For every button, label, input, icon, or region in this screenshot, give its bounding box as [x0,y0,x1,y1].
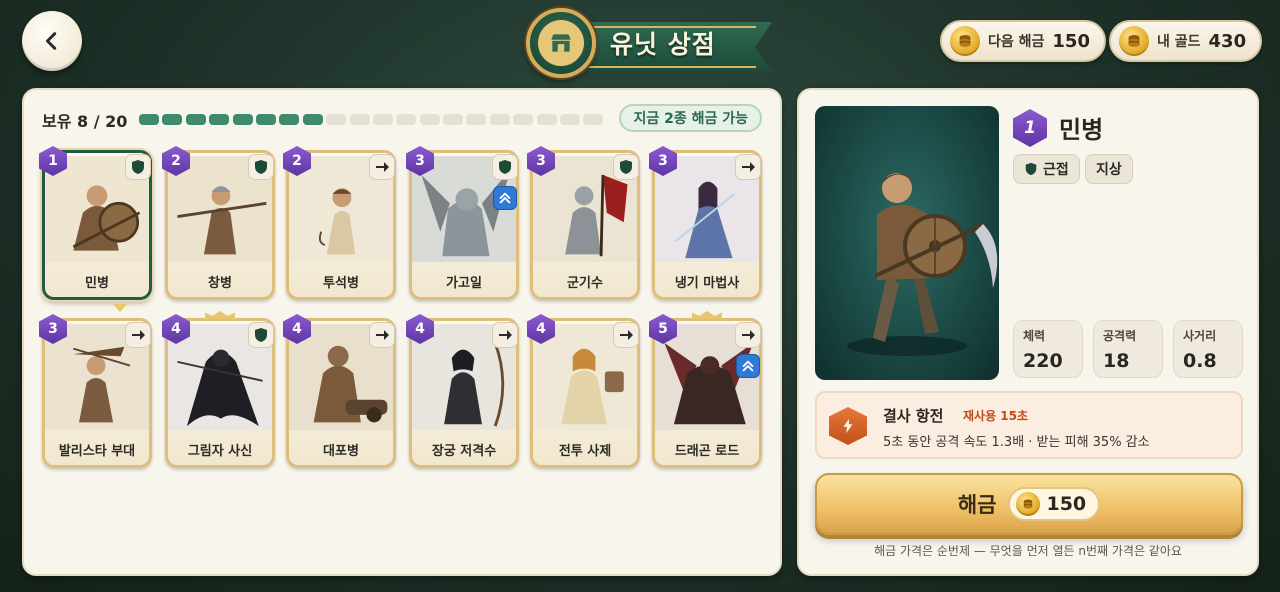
progress-segment-filled [232,114,253,125]
skill-title: 결사 항전 [883,407,944,425]
title-banner: 유닛 상점 [526,8,776,78]
arrow-right-icon [735,322,761,348]
unit-card-name: 전투 사제 [558,444,612,459]
progress-segment-filled [185,114,206,125]
unlock-available-badge: 지금 2종 해금 가능 [619,104,762,132]
progress-segment-empty [489,114,510,125]
shield-icon [248,322,274,348]
militia-portrait-art [847,173,998,356]
progress-segment-filled [139,114,159,125]
my-gold-label: 내 골드 [1157,34,1201,50]
next-unlock-value: 150 [1052,30,1090,52]
stat-hp: 체력 220 [1013,320,1083,378]
shield-icon [248,154,274,180]
lightning-icon [829,407,867,445]
unit-card-name: 드래곤 로드 [674,444,740,459]
progress-segment-filled [302,114,323,125]
arrow-right-icon [492,322,518,348]
stat-attack: 공격력 18 [1093,320,1163,378]
progress-segment-empty [536,114,557,125]
stat-value: 0.8 [1183,350,1217,372]
unlock-price-value: 150 [1046,493,1087,515]
progress-segment-empty [466,114,487,125]
stat-range: 사거리 0.8 [1173,320,1243,378]
unit-card-name: 민병 [85,276,109,291]
unit-card-name: 냉기 마법사 [674,276,740,291]
unit-name: 민병 [1059,116,1104,144]
unlock-button-label: 해금 [957,493,997,517]
shop-icon [551,34,571,52]
chevron-left-icon [45,32,57,50]
unlock-button[interactable]: 해금 150 [815,473,1243,535]
progress-segment-empty [349,114,370,125]
chevron-up-double-icon [493,186,517,210]
stat-value: 220 [1023,350,1063,372]
my-gold-value: 430 [1208,30,1247,52]
next-unlock-cost: 다음 해금 150 [940,20,1106,62]
progress-segment-filled [162,114,183,125]
stat-label: 공격력 [1103,329,1137,343]
unlock-price: 150 [1008,487,1101,521]
progress-segment-filled [255,114,276,125]
unit-roster-panel: 보유 8 / 20 지금 2종 해금 가능 민병 1 창병 2 투석병 2 가고일 3 군기수 3… [22,88,782,576]
stat-value: 18 [1103,350,1130,372]
crown-ornament [692,311,722,319]
shield-icon [492,154,518,180]
unit-card-name: 대포병 [323,444,359,459]
unit-card-name: 군기수 [567,276,603,291]
arrow-right-icon [613,322,639,348]
shield-icon [1025,162,1037,176]
skill-description: 5초 동안 공격 속도 1.3배 · 받는 피해 35% 감소 [883,435,1150,450]
chip-label: 지상 [1096,162,1122,178]
melee-chip: 근접 [1013,154,1080,184]
progress-segment-empty [396,114,417,125]
unit-card-name: 창병 [208,276,232,291]
skill-card: 결사 항전 재사용 15초 5초 동안 공격 속도 1.3배 · 받는 피해 3… [815,391,1243,459]
stat-label: 체력 [1023,329,1046,343]
unit-card-name: 투석병 [323,276,359,291]
chip-label: 근접 [1043,162,1069,178]
coin-icon [1016,492,1041,516]
progress-segment-empty [372,114,393,125]
progress-segment-filled [279,114,300,125]
progress-segment-empty [560,114,581,125]
price-footnote: 해금 가격은 순번제 — 무엇을 먼저 열든 n번째 가격은 같아요 [874,544,1182,558]
skill-cooldown: 재사용 15초 [963,409,1029,423]
unit-card-name: 장궁 저격수 [431,444,497,459]
unit-portrait [815,106,999,380]
progress-segment-empty [419,114,440,125]
arrow-right-icon [125,322,151,348]
arrow-right-icon [369,322,395,348]
progress-segment-empty [326,114,347,125]
unit-tier-badge: 1 [1013,109,1047,147]
shop-emblem [526,8,596,78]
owned-count: 보유 8 / 20 [42,112,128,131]
coin-icon [950,26,980,56]
progress-segment-empty [513,114,534,125]
shield-icon [125,154,151,180]
unit-card-name: 가고일 [446,276,482,291]
coin-icon [1119,26,1149,56]
progress-segment-filled [209,114,230,125]
shield-icon [613,154,639,180]
arrow-right-icon [369,154,395,180]
selection-pointer [113,304,127,312]
unit-card-name: 발리스타 부대 [58,444,136,459]
my-gold: 내 골드 430 [1109,20,1263,62]
unit-detail-panel: 1 민병 근접 지상 체력 220 공격력 18 사거리 0.8 결사 항전 재… [797,88,1259,576]
owned-progress-bar [139,114,604,125]
arrow-right-icon [735,154,761,180]
crown-ornament [205,311,235,319]
back-button[interactable] [22,11,82,71]
progress-segment-empty [583,114,604,125]
stat-label: 사거리 [1183,329,1217,343]
unit-card-name: 그림자 사신 [187,444,253,459]
chevron-up-double-icon [736,354,760,378]
page-title: 유닛 상점 [610,30,716,59]
progress-segment-empty [443,114,464,125]
next-unlock-label: 다음 해금 [988,34,1045,50]
ground-chip: 지상 [1085,154,1133,184]
